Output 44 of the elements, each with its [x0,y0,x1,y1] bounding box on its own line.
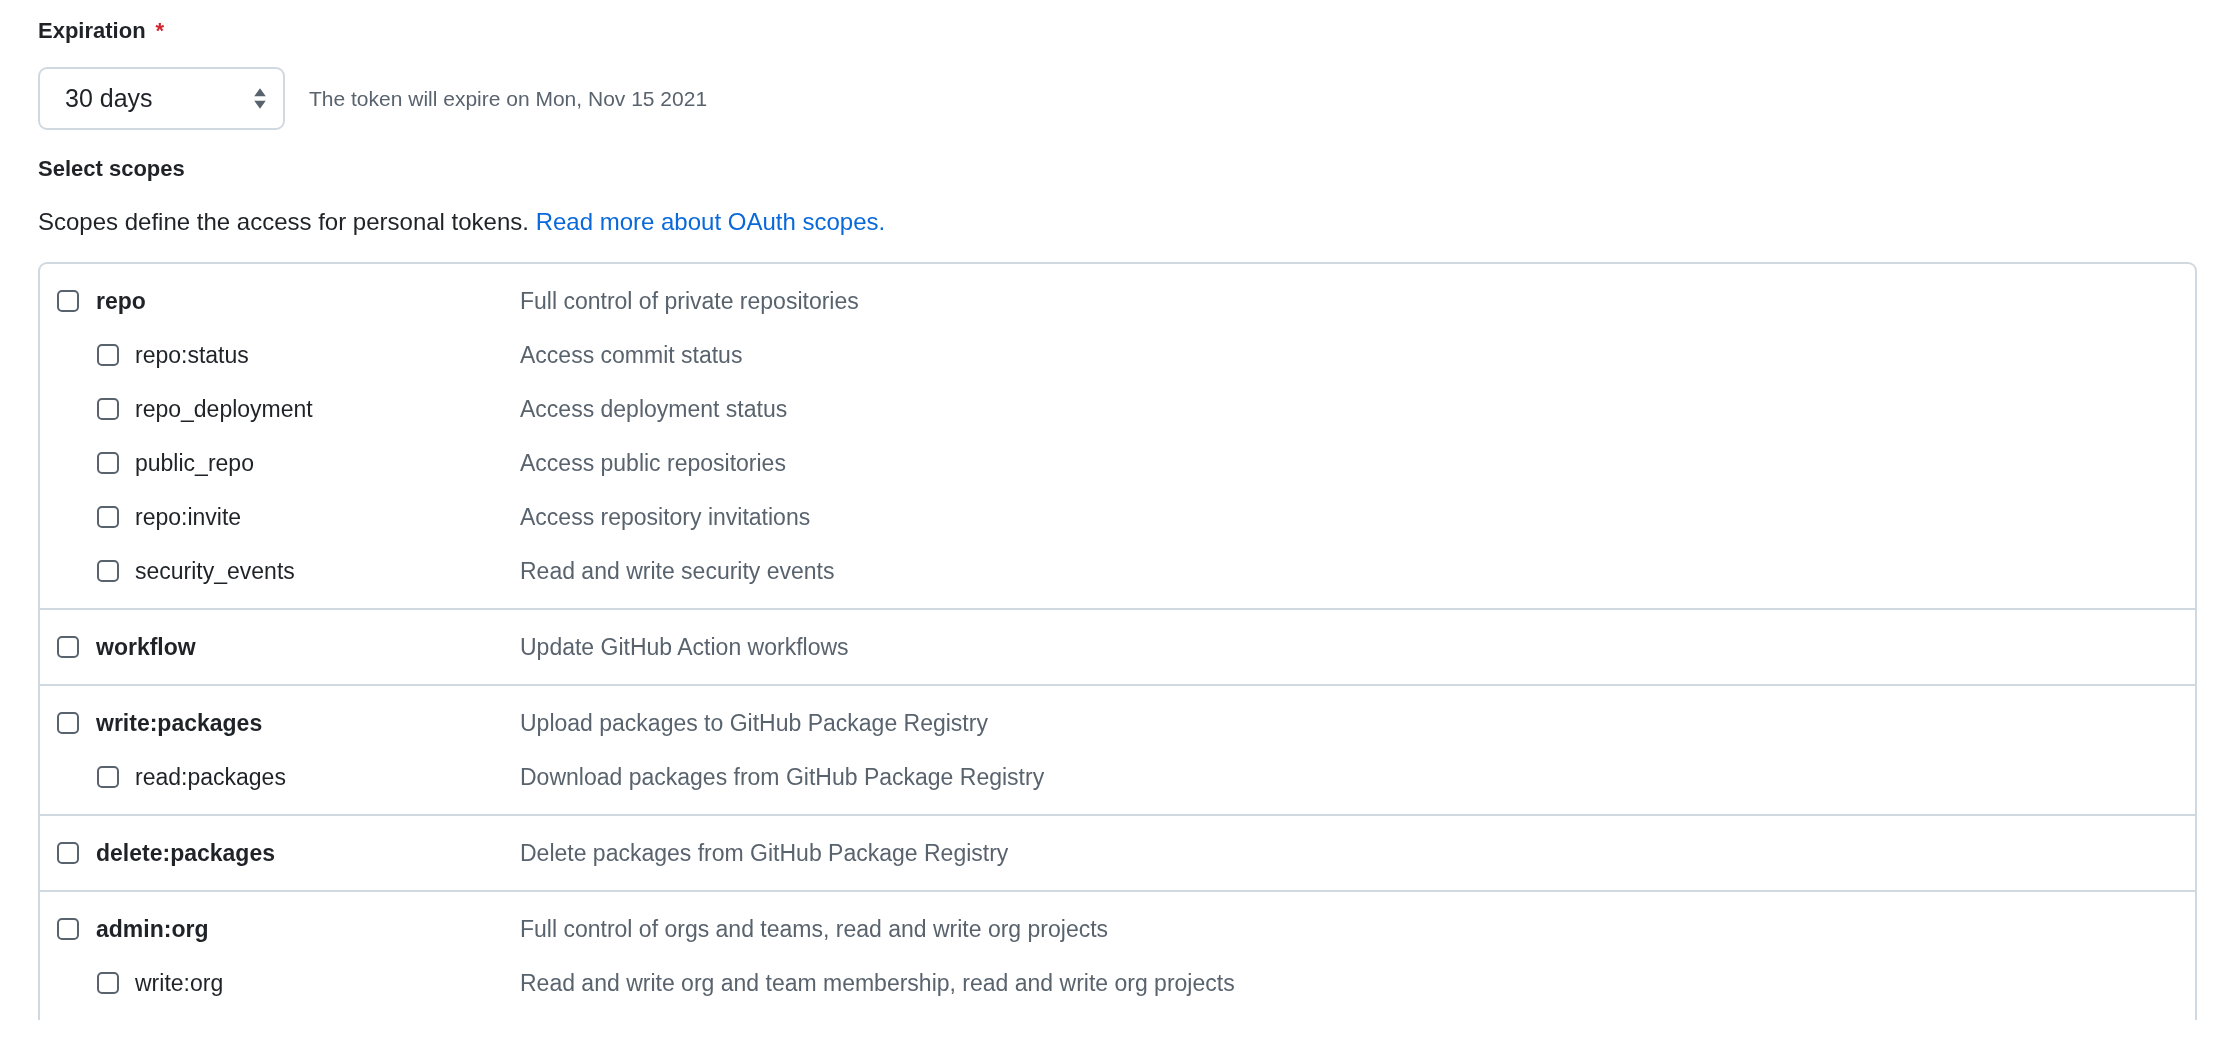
checkbox[interactable] [97,766,119,788]
expiration-note: The token will expire on Mon, Nov 15 2021 [309,86,708,111]
checkbox[interactable] [57,842,79,864]
checkbox[interactable] [97,344,119,366]
scope-name: repo:invite [135,503,242,531]
scope-description: Access commit status [520,341,743,369]
sort-arrows-icon [253,87,267,110]
scope-description: Access repository invitations [520,503,811,531]
scopes-description: Scopes define the access for personal tokens. Read more about OAuth scopes. [38,208,887,236]
scope-description: Full control of private repositories [520,287,859,315]
oauth-scopes-link[interactable]: Read more about OAuth scopes. [535,208,886,235]
expiration-label: Expiration [38,18,146,44]
scope-name: repo:status [135,341,249,369]
scope-description: Download packages from GitHub Package Registry [520,763,1045,791]
checkbox[interactable] [97,506,119,528]
scope-description: Read and write org and team membership, read and write org projects [520,969,1235,997]
scope-name: repo [96,287,146,315]
scope-description: Upload packages to GitHub Package Registry [520,709,988,737]
scope-description: Delete packages from GitHub Package Registry [520,839,1009,867]
scope-name: write:org [135,969,224,997]
scope-description: Access public repositories [520,449,786,477]
required-mark: * [155,18,165,44]
checkbox[interactable] [57,290,79,312]
scope-name: admin:org [96,915,209,943]
checkbox[interactable] [97,452,119,474]
scope-name: delete:packages [96,839,275,867]
scope-name: write:packages [96,709,263,737]
scope-description: Update GitHub Action workflows [520,633,849,661]
checkbox[interactable] [97,560,119,582]
scope-name: repo_deployment [135,395,313,423]
scope-description: Access deployment status [520,395,788,423]
scope-name: workflow [96,633,196,661]
checkbox[interactable] [57,636,79,658]
section-title: Select scopes [38,156,186,183]
scope-name: security_events [135,557,295,585]
expiration-select[interactable]: 30 days [38,67,285,130]
scope-name: read:packages [135,763,286,791]
scope-description: Full control of orgs and teams, read and write org projects [520,915,1109,943]
scope-description: Read and write security events [520,557,835,585]
checkbox[interactable] [97,398,119,420]
checkbox[interactable] [57,712,79,734]
checkbox[interactable] [97,972,119,994]
checkbox[interactable] [57,918,79,940]
scope-name: public_repo [135,449,254,477]
